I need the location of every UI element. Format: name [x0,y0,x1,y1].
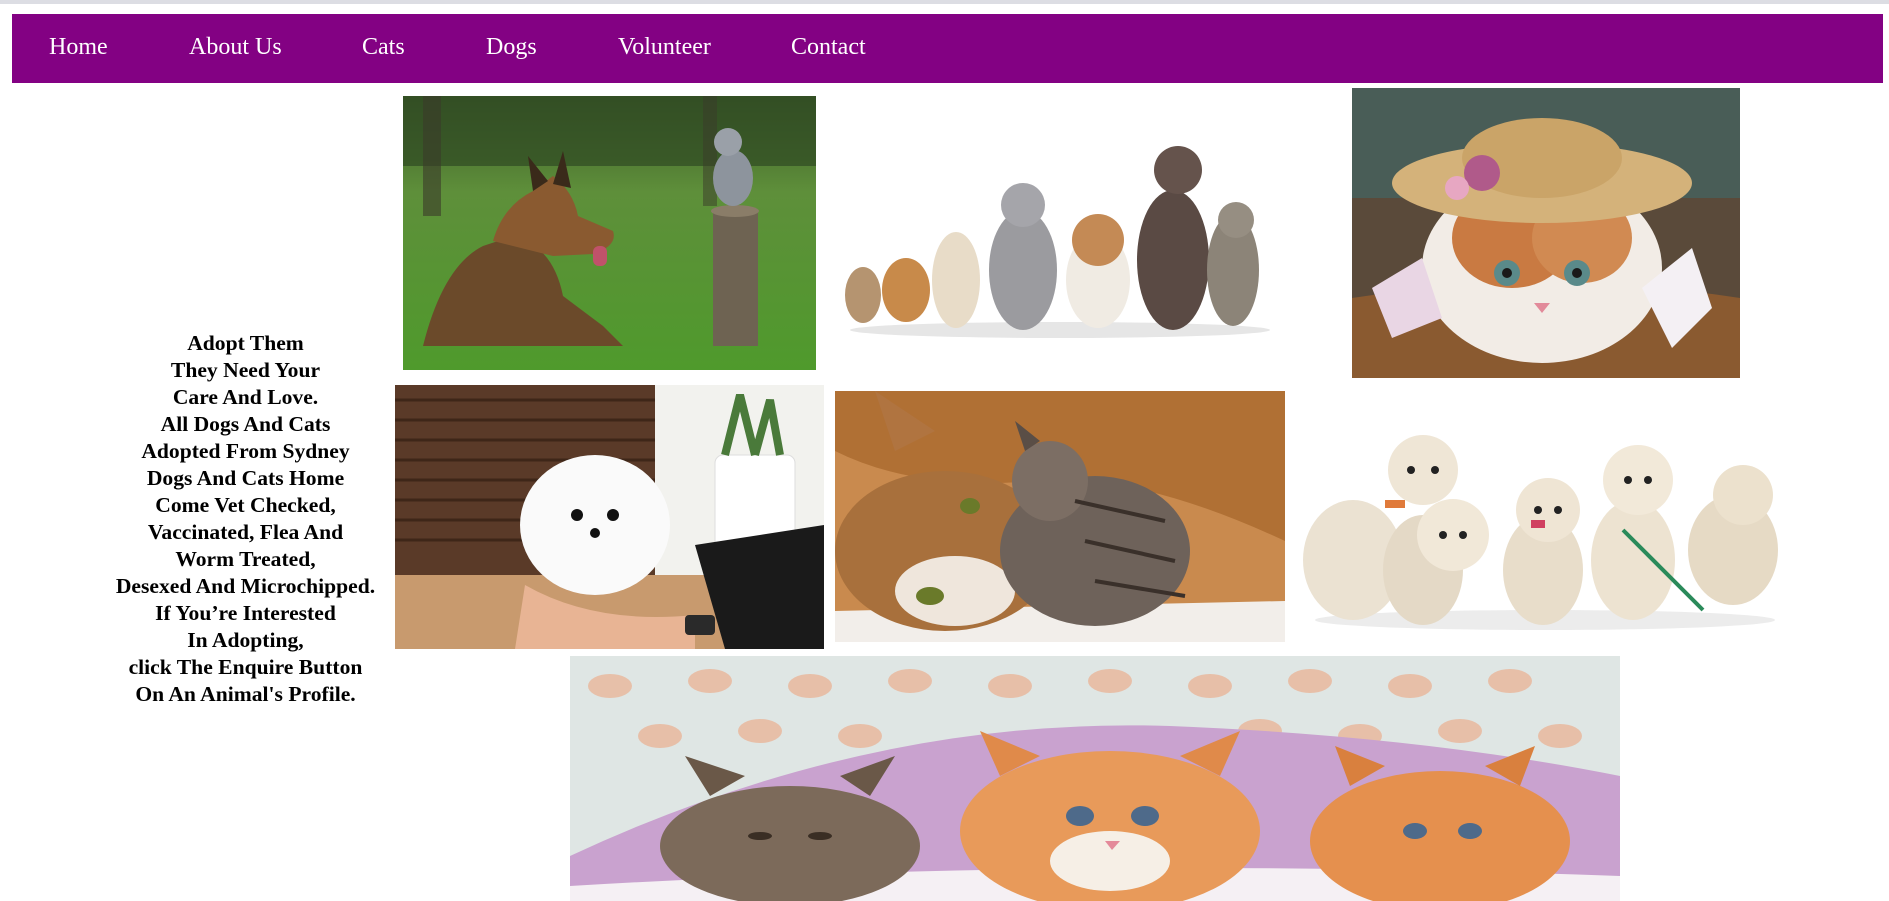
intro-line: On An Animal's Profile. [135,682,356,706]
intro-line: In Adopting, [187,628,304,652]
intro-line: Dogs And Cats Home [146,466,345,490]
intro-line: Vaccinated, Flea And [147,520,344,544]
nav-cats[interactable]: Cats [362,34,405,61]
photo-kitten-in-straw-hat [1352,88,1740,378]
nav-volunteer[interactable]: Volunteer [618,34,711,61]
adoption-intro-text: Adopt Them They Need Your Care And Love.… [98,330,393,708]
browser-top-edge [0,0,1889,4]
intro-line: click The Enquire Button [128,655,363,679]
main-navigation: Home About Us Cats Dogs Volunteer Contac… [12,14,1883,83]
photo-white-pomeranian-puppy [395,385,824,649]
intro-line: Adopted From Sydney [141,439,350,463]
photo-cat-with-kitten [835,391,1285,642]
intro-line: Come Vet Checked, [155,493,336,517]
nav-contact[interactable]: Contact [791,34,866,61]
intro-line: Adopt Them [187,331,304,355]
nav-dogs[interactable]: Dogs [486,34,537,61]
photo-group-of-cats-and-dogs [838,130,1283,340]
photo-dog-and-kitten-on-stump [403,96,816,370]
intro-line: Worm Treated, [175,547,316,571]
intro-line: If You’re Interested [155,601,336,625]
intro-line: Desexed And Microchipped. [115,574,376,598]
photo-three-kittens-under-blanket [570,656,1620,901]
photo-golden-retriever-puppies [1303,420,1788,630]
nav-home[interactable]: Home [49,34,108,61]
intro-line: They Need Your [170,358,321,382]
intro-line: All Dogs And Cats [160,412,331,436]
intro-line: Care And Love. [172,385,319,409]
nav-about-us[interactable]: About Us [189,34,282,61]
